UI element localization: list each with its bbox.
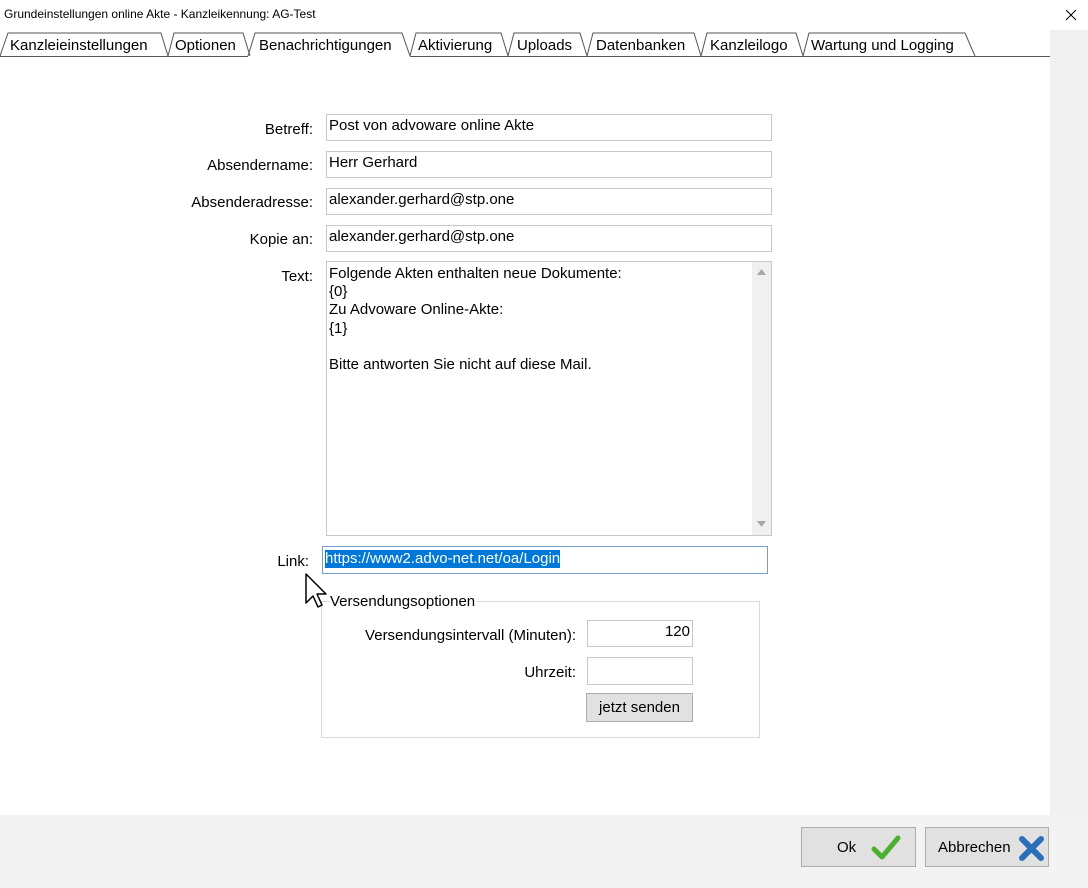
uhrzeit-input[interactable]: [587, 657, 693, 685]
tab-datenbanken[interactable]: Datenbanken: [596, 37, 685, 54]
tab-uploads[interactable]: Uploads: [517, 37, 572, 54]
close-button[interactable]: [1054, 0, 1088, 30]
title-bar: Grundeinstellungen online Akte - Kanzlei…: [0, 0, 1088, 30]
scroll-down-icon[interactable]: [756, 520, 767, 528]
link-value-selected: https://www2.advo-net.net/oa/Login: [325, 550, 561, 568]
versendungsoptionen-title: Versendungsoptionen: [330, 593, 478, 610]
footer-bar: Ok Abbrechen: [0, 815, 1088, 888]
tab-kanzleilogo[interactable]: Kanzleilogo: [710, 37, 788, 54]
betreff-label: Betreff:: [264, 121, 313, 138]
link-input[interactable]: https://www2.advo-net.net/oa/Login: [322, 546, 768, 574]
kopie-an-label: Kopie an:: [249, 231, 313, 248]
window-edge: [1050, 30, 1088, 888]
x-cross-icon: [1019, 836, 1044, 861]
absendername-label: Absendername:: [207, 157, 313, 174]
checkmark-icon: [871, 835, 901, 860]
versendungsintervall-input[interactable]: 120: [587, 620, 693, 647]
kopie-an-input[interactable]: alexander.gerhard@stp.one: [326, 225, 772, 252]
cancel-button[interactable]: Abbrechen: [925, 827, 1049, 867]
tab-aktivierung[interactable]: Aktivierung: [418, 37, 492, 54]
send-now-button[interactable]: jetzt senden: [586, 693, 693, 722]
text-textarea[interactable]: Folgende Akten enthalten neue Dokumente:…: [326, 261, 772, 536]
absenderadresse-label: Absenderadresse:: [191, 194, 313, 211]
window-title: Grundeinstellungen online Akte - Kanzlei…: [4, 7, 316, 21]
cancel-label: Abbrechen: [938, 839, 1011, 856]
absenderadresse-input[interactable]: alexander.gerhard@stp.one: [326, 188, 772, 215]
betreff-input[interactable]: Post von advoware online Akte: [326, 114, 772, 141]
versendungsintervall-label: Versendungsintervall (Minuten):: [365, 627, 576, 644]
absendername-input[interactable]: Herr Gerhard: [326, 151, 772, 178]
tab-optionen[interactable]: Optionen: [175, 37, 236, 54]
scroll-up-icon[interactable]: [756, 268, 767, 276]
mouse-pointer-icon: [305, 573, 327, 608]
close-icon: [1065, 9, 1077, 21]
ok-button[interactable]: Ok: [801, 827, 916, 867]
dialog-window: Grundeinstellungen online Akte - Kanzlei…: [0, 0, 1088, 888]
tab-wartung-und-logging[interactable]: Wartung und Logging: [811, 37, 954, 54]
tab-kanzleieinstellungen[interactable]: Kanzleieinstellungen: [10, 37, 148, 54]
link-label: Link:: [277, 553, 309, 570]
tab-bar: Kanzleieinstellungen Optionen Benachrich…: [0, 31, 1050, 57]
uhrzeit-label: Uhrzeit:: [524, 664, 576, 681]
ok-label: Ok: [837, 839, 857, 856]
text-label: Text:: [281, 268, 313, 285]
text-scrollbar[interactable]: [752, 262, 771, 535]
tab-benachrichtigungen[interactable]: Benachrichtigungen: [259, 37, 392, 54]
text-content: Folgende Akten enthalten neue Dokumente:…: [329, 265, 622, 374]
